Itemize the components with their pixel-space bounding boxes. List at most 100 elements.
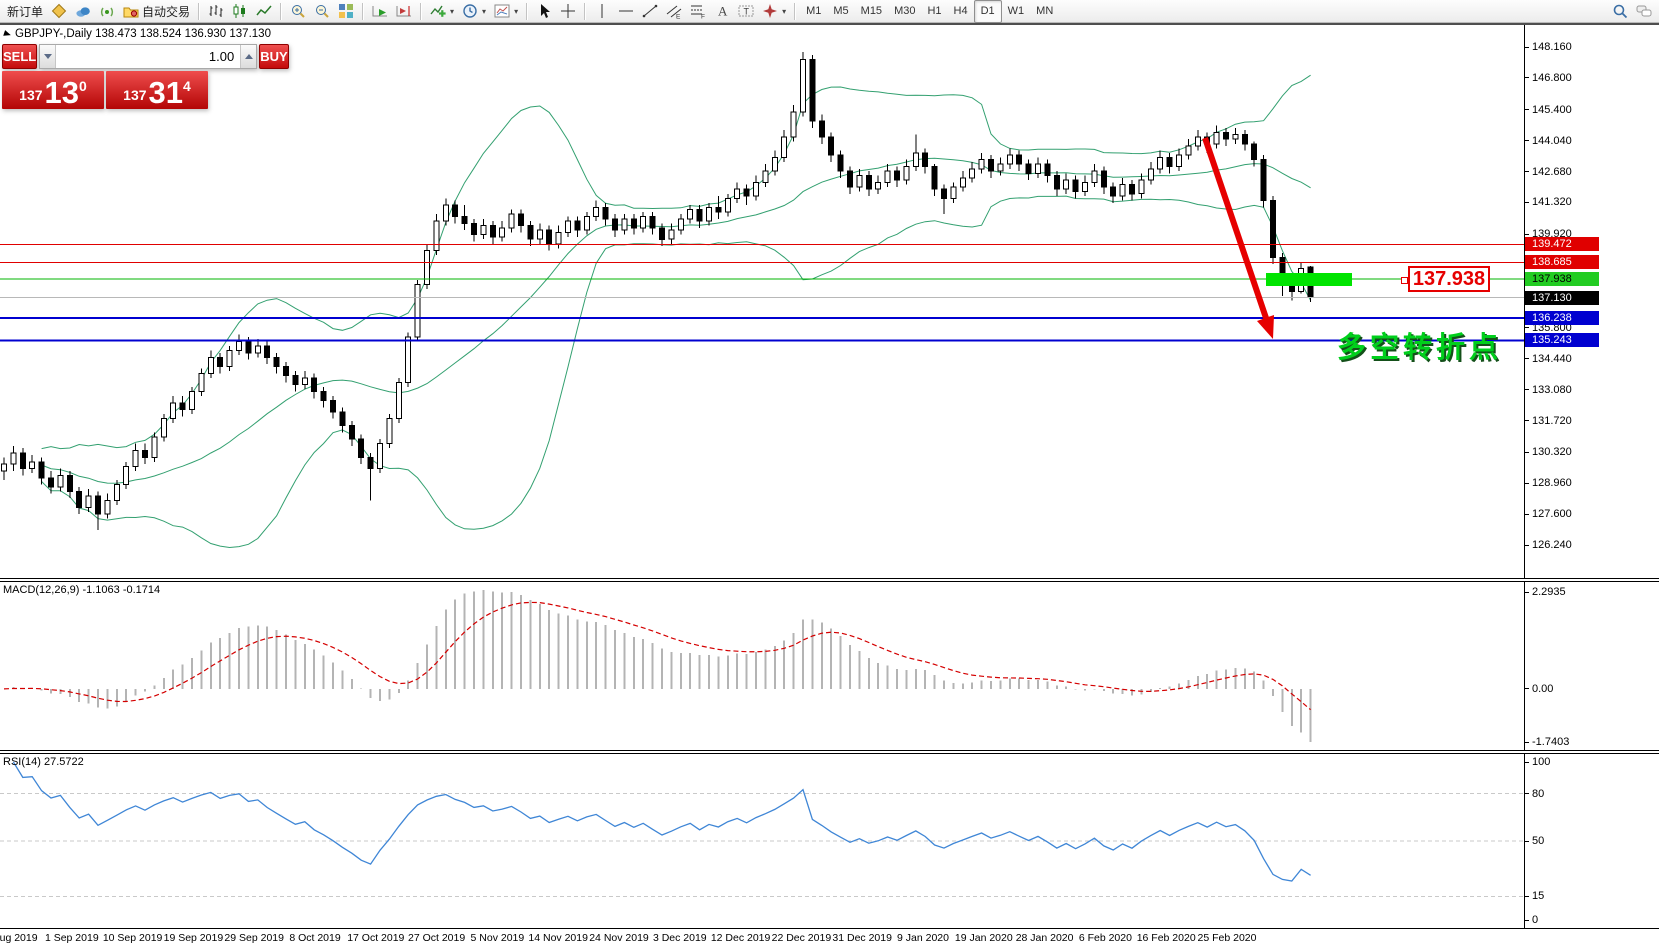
periods-icon <box>462 3 478 19</box>
timeframe-mn[interactable]: MN <box>1030 1 1059 22</box>
zoomin-icon <box>290 3 306 19</box>
bollinger-bands <box>42 75 1311 547</box>
autotrading-button[interactable]: 自动交易 <box>119 1 194 22</box>
buy-price[interactable]: 137 31 4 <box>106 71 208 109</box>
price-marker: 137.938 <box>1525 272 1599 286</box>
bars-icon <box>208 3 224 19</box>
volume-increase-button[interactable] <box>240 45 256 68</box>
zoom-in-button[interactable] <box>286 1 310 22</box>
line-chart-button[interactable] <box>252 1 276 22</box>
new-order-button[interactable]: 新订单 <box>3 1 47 22</box>
cursor-icon <box>536 3 552 19</box>
label-icon: T <box>738 3 754 19</box>
macd-plot[interactable]: MACD(12,26,9) -1.1063 -0.1714 <box>0 582 1525 750</box>
timeframe-m5[interactable]: M5 <box>827 1 854 22</box>
vertical-line-button[interactable] <box>590 1 614 22</box>
crosshair-button[interactable] <box>556 1 580 22</box>
sell-price-sup: 0 <box>79 78 87 94</box>
chat-button[interactable] <box>1632 1 1656 22</box>
timeframe-h1-label: H1 <box>927 5 941 17</box>
candles-icon <box>232 3 248 19</box>
search-button[interactable] <box>1608 1 1632 22</box>
toolbar-separator <box>198 3 200 20</box>
date-axis[interactable]: 2 Aug 20191 Sep 201910 Sep 201919 Sep 20… <box>0 928 1659 947</box>
bar-chart-button[interactable] <box>204 1 228 22</box>
horizontal-line-button[interactable] <box>614 1 638 22</box>
timeframe-m30[interactable]: M30 <box>888 1 921 22</box>
indicators-button[interactable]: ▾ <box>426 1 458 22</box>
price-tick: 148.160 <box>1525 41 1572 53</box>
timeframe-d1[interactable]: D1 <box>974 0 1002 23</box>
timeframe-m1[interactable]: M1 <box>800 1 827 22</box>
toolbar-separator <box>526 3 528 20</box>
price-marker: 139.472 <box>1525 237 1599 251</box>
fibonacci-button[interactable]: F <box>686 1 710 22</box>
rsi-level-lines <box>0 794 1524 897</box>
crosshair-icon <box>560 3 576 19</box>
toolbar-items: 新订单自动交易▾▾▾EFAT▾M1M5M15M30H1H4D1W1MN <box>3 0 1656 22</box>
rsi-label: RSI(14) 27.5722 <box>3 756 84 768</box>
autoscroll-icon <box>372 3 388 19</box>
gold-icon <box>51 3 67 19</box>
auto-scroll-button[interactable] <box>368 1 392 22</box>
macd-label: MACD(12,26,9) -1.1063 -0.1714 <box>3 584 160 596</box>
timeframe-m30-label: M30 <box>894 5 915 17</box>
zoom-out-button[interactable] <box>310 1 334 22</box>
chevron-down-icon: ▾ <box>514 7 518 16</box>
buy-price-small: 137 <box>123 87 146 103</box>
buy-button[interactable]: BUY <box>259 44 288 69</box>
svg-text:T: T <box>744 7 750 17</box>
arrows-button[interactable]: ▾ <box>758 1 790 22</box>
price-marker: 138.685 <box>1525 255 1599 269</box>
macd-scale-zero: 0.00 <box>1525 683 1553 695</box>
periods-button[interactable]: ▾ <box>458 1 490 22</box>
symbol-cursor-icon <box>3 30 12 38</box>
sell-button[interactable]: SELL <box>2 44 37 69</box>
signals-button[interactable] <box>95 1 119 22</box>
metaeditor-button[interactable] <box>47 1 71 22</box>
price-tick: 126.240 <box>1525 539 1572 551</box>
toolbar-separator <box>584 3 586 20</box>
cursor-button[interactable] <box>532 1 556 22</box>
rsi-plot[interactable]: RSI(14) 27.5722 <box>0 754 1525 928</box>
timeframe-m15[interactable]: M15 <box>855 1 888 22</box>
timeframe-m1-label: M1 <box>806 5 821 17</box>
buy-price-big: 31 <box>149 80 183 106</box>
hline-icon <box>618 3 634 19</box>
price-tick: 142.680 <box>1525 166 1572 178</box>
mql5-profile-button[interactable] <box>71 1 95 22</box>
main-plot[interactable]: GBPJPY-,Daily 138.473 138.524 136.930 13… <box>0 25 1525 578</box>
volume-input[interactable] <box>56 45 240 68</box>
macd-axis[interactable]: 2.29350.00-1.7403 <box>1525 582 1659 750</box>
rsi-line <box>13 762 1310 881</box>
macd-scale-min: -1.7403 <box>1525 736 1569 748</box>
volume-box <box>39 44 257 69</box>
volume-decrease-button[interactable] <box>40 45 56 68</box>
sell-price[interactable]: 137 13 0 <box>2 71 104 109</box>
price-tick: 144.040 <box>1525 135 1572 147</box>
label-button[interactable]: T <box>734 1 758 22</box>
text-button[interactable]: A <box>710 1 734 22</box>
templates-button[interactable]: ▾ <box>490 1 522 22</box>
chart-shift-button[interactable] <box>392 1 416 22</box>
rsi-panel: RSI(14) 27.5722 1008050150 <box>0 754 1659 928</box>
support-highlight-bar[interactable] <box>1266 273 1352 286</box>
candlestick-chart-button[interactable] <box>228 1 252 22</box>
timeframe-w1[interactable]: W1 <box>1002 1 1031 22</box>
toolbar: 新订单自动交易▾▾▾EFAT▾M1M5M15M30H1H4D1W1MN <box>0 0 1659 23</box>
price-axis[interactable]: 148.160146.800145.400144.040142.680141.3… <box>1525 25 1659 578</box>
rsi-axis[interactable]: 1008050150 <box>1525 754 1659 928</box>
channel-button[interactable]: E <box>662 1 686 22</box>
rsi-scale-tick: 15 <box>1525 890 1544 902</box>
timeframe-h1[interactable]: H1 <box>921 1 947 22</box>
timeframe-h4[interactable]: H4 <box>948 1 974 22</box>
autotrading-button-label: 自动交易 <box>142 3 190 20</box>
date-label: 25 Feb 2020 <box>1182 932 1272 944</box>
tile-windows-button[interactable] <box>334 1 358 22</box>
trendline-button[interactable] <box>638 1 662 22</box>
annotation-text[interactable]: 多空转折点 <box>1337 324 1502 366</box>
buy-price-sup: 4 <box>183 78 191 94</box>
rsi-scale-tick: 100 <box>1525 756 1550 768</box>
horizontal-price-lines[interactable] <box>0 244 1524 340</box>
price-callout[interactable]: 137.938 <box>1408 266 1490 292</box>
